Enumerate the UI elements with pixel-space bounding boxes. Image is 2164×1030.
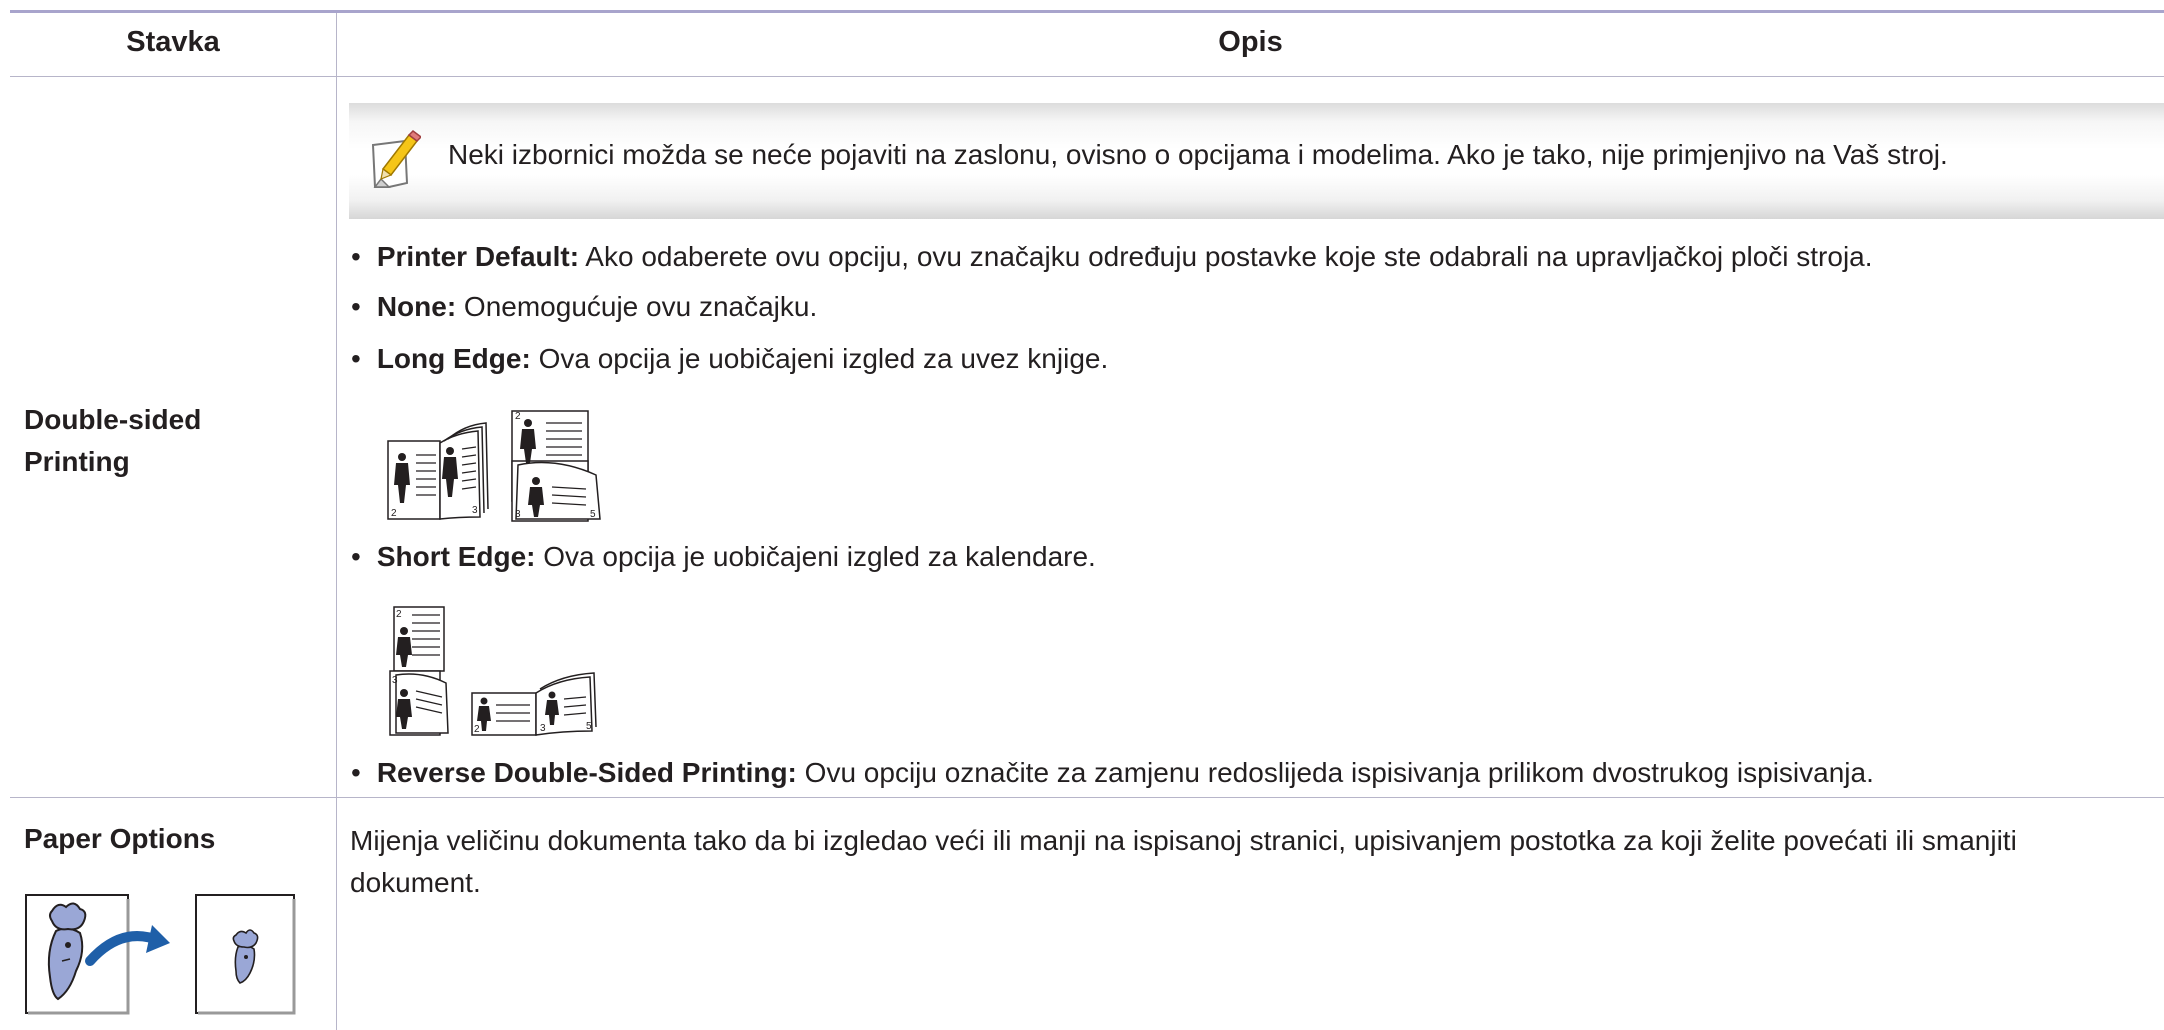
note-pencil-icon (369, 129, 423, 196)
page-number: 2 (391, 508, 397, 519)
page-number: 5 (590, 509, 596, 520)
bullet-term: None: (376, 291, 457, 322)
note-text: Neki izbornici možda se neće pojaviti na… (448, 139, 1948, 170)
list-item: • None: Onemogućuje ovu značajku. (351, 289, 817, 325)
list-item: • Long Edge: Ova opcija je uobičajeni izg… (351, 341, 1108, 377)
column-header-description: Opis (1218, 26, 1283, 58)
bullet-dot: • (351, 757, 361, 788)
row-label-line: Printing (24, 446, 130, 477)
row-label-paper-options: Paper Options (24, 823, 216, 854)
row-separator (10, 797, 2164, 798)
bullet-text: Ova opcija je uobičajeni izgled za uvez … (530, 343, 1109, 374)
row-label-double-sided: Double-sided Printing (24, 399, 324, 483)
bullet-text: Onemogućuje ovu značajku. (456, 291, 818, 322)
bullet-term: Long Edge: (376, 343, 531, 374)
bullet-text: Ova opcija je uobičajeni izgled za kalen… (535, 541, 1096, 572)
note-box: Neki izbornici možda se neće pojaviti na… (349, 103, 2164, 219)
bullet-dot: • (351, 343, 361, 374)
column-header-item: Stavka (126, 26, 220, 58)
scale-document-icon (25, 894, 296, 1015)
header-bottom-rule (10, 76, 2164, 77)
list-item: • Short Edge: Ova opcija je uobičajeni iz… (351, 539, 1096, 575)
page-number: 3 (540, 723, 546, 734)
page-number: 2 (474, 724, 480, 735)
long-edge-binding-illustration: 2 3 2 3 5 (387, 410, 601, 522)
bullet-dot: • (351, 291, 361, 322)
page-number: 2 (515, 411, 521, 422)
bullet-text: Ako odaberete ovu opciju, ovu značajku o… (579, 241, 1873, 272)
page-number: 3 (472, 505, 478, 516)
bullet-term: Short Edge: (376, 541, 536, 572)
page-number: 2 (396, 609, 402, 620)
bullet-term: Reverse Double-Sided Printing: (376, 757, 797, 788)
row-label-line: Double-sided (24, 404, 202, 435)
bullet-term: Printer Default: (376, 241, 580, 272)
page-number: 5 (586, 721, 592, 732)
page-number: 3 (392, 675, 398, 686)
bullet-text: Ovu opciju označite za zamjenu redoslije… (796, 757, 1874, 788)
short-edge-binding-illustration: 2 3 2 3 5 (389, 606, 597, 736)
page-number: 3 (515, 509, 521, 520)
row-description-paper-options: Mijenja veličinu dokumenta tako da bi iz… (350, 825, 2017, 898)
bullet-dot: • (351, 541, 361, 572)
table-top-rule (10, 10, 2164, 13)
column-divider (336, 13, 337, 1030)
list-item: • Reverse Double-Sided Printing: Ovu opci… (351, 755, 1874, 791)
bullet-dot: • (351, 241, 361, 272)
list-item: • Printer Default: Ako odaberete ovu opci… (351, 239, 1873, 275)
